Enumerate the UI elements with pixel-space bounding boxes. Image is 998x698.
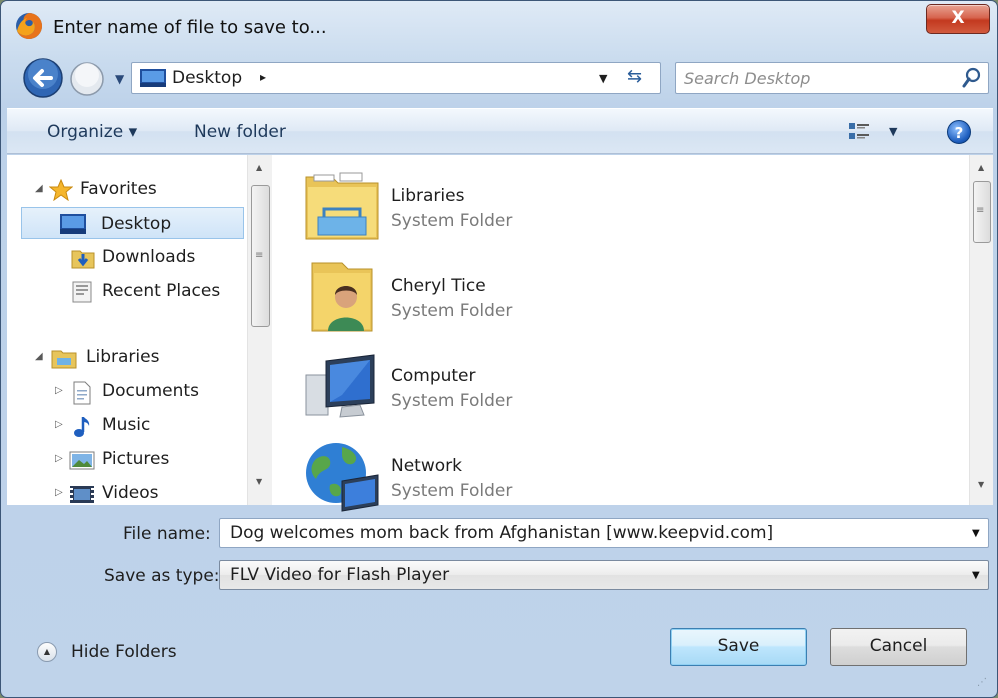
desktop-icon bbox=[140, 69, 166, 87]
refresh-icon[interactable]: ⇆ bbox=[627, 66, 642, 87]
nav-item-libraries[interactable]: ◢ Libraries bbox=[7, 341, 243, 373]
forward-button[interactable] bbox=[69, 61, 105, 97]
views-dropdown-icon[interactable]: ▼ bbox=[889, 125, 897, 138]
scroll-down-icon[interactable]: ▼ bbox=[978, 480, 984, 489]
nav-label: Recent Places bbox=[102, 281, 221, 301]
nav-item-desktop[interactable]: Desktop bbox=[21, 207, 244, 239]
nav-label: Music bbox=[102, 415, 151, 435]
save-dialog: Enter name of file to save to... X ▼ Des… bbox=[0, 0, 998, 698]
nav-label: Documents bbox=[102, 381, 199, 401]
save-type-dropdown-icon[interactable]: ▼ bbox=[972, 570, 980, 581]
search-box[interactable] bbox=[675, 62, 989, 94]
file-name-label: File name: bbox=[123, 524, 211, 544]
nav-item-videos[interactable]: ▷ Videos bbox=[7, 477, 243, 509]
file-name-input[interactable]: Dog welcomes mom back from Afghanistan [… bbox=[219, 518, 989, 548]
file-type: System Folder bbox=[391, 481, 513, 501]
navigation-pane: ◢ Favorites Desktop Downloads Recent Pla… bbox=[7, 155, 272, 505]
file-item-network[interactable]: Network System Folder bbox=[302, 435, 902, 519]
scroll-down-icon[interactable]: ▼ bbox=[256, 477, 262, 486]
close-button[interactable]: X bbox=[926, 4, 990, 34]
libraries-folder-icon bbox=[305, 172, 379, 240]
address-dropdown-icon[interactable]: ▼ bbox=[599, 72, 607, 85]
nav-label: Pictures bbox=[102, 449, 170, 469]
back-button[interactable] bbox=[22, 57, 70, 99]
nav-item-documents[interactable]: ▷ Documents bbox=[7, 375, 243, 407]
file-type: System Folder bbox=[391, 391, 513, 411]
file-type: System Folder bbox=[391, 301, 513, 321]
cancel-button[interactable]: Cancel bbox=[830, 628, 967, 666]
recent-places-icon bbox=[72, 281, 92, 303]
new-folder-button[interactable]: New folder bbox=[194, 122, 286, 142]
scroll-up-icon[interactable]: ▲ bbox=[256, 163, 262, 172]
save-button[interactable]: Save bbox=[670, 628, 807, 666]
file-item-cheryl-tice[interactable]: Cheryl Tice System Folder bbox=[302, 255, 902, 339]
file-type: System Folder bbox=[391, 211, 513, 231]
expand-triangle-icon[interactable]: ▷ bbox=[55, 487, 63, 498]
expand-triangle-icon[interactable]: ▷ bbox=[55, 419, 63, 430]
star-icon bbox=[49, 179, 73, 201]
nav-item-downloads[interactable]: Downloads bbox=[7, 241, 243, 273]
videos-icon bbox=[70, 486, 94, 503]
scroll-grip-icon: ≡ bbox=[976, 205, 985, 216]
expand-triangle-icon[interactable]: ▷ bbox=[55, 453, 63, 464]
documents-icon bbox=[73, 381, 91, 405]
file-list: Libraries System Folder Cheryl Tice Syst… bbox=[272, 155, 993, 512]
collapse-triangle-icon[interactable]: ◢ bbox=[35, 351, 43, 362]
history-dropdown-icon[interactable]: ▼ bbox=[115, 72, 124, 86]
file-name: Libraries bbox=[391, 186, 465, 206]
file-name-dropdown-icon[interactable]: ▼ bbox=[972, 528, 980, 539]
nav-label: Desktop bbox=[101, 214, 172, 234]
file-name: Computer bbox=[391, 366, 476, 386]
save-type-value[interactable]: FLV Video for Flash Player bbox=[230, 565, 449, 585]
music-icon bbox=[74, 417, 90, 437]
window-title: Enter name of file to save to... bbox=[53, 17, 327, 38]
breadcrumb-desktop[interactable]: Desktop bbox=[172, 68, 242, 88]
nav-label: Favorites bbox=[80, 179, 157, 199]
collapse-triangle-icon[interactable]: ◢ bbox=[35, 183, 43, 194]
file-name-value[interactable]: Dog welcomes mom back from Afghanistan [… bbox=[230, 523, 773, 543]
hide-folders-label[interactable]: Hide Folders bbox=[71, 642, 177, 662]
title-bar[interactable]: Enter name of file to save to... X bbox=[1, 1, 997, 51]
nav-item-favorites[interactable]: ◢ Favorites bbox=[7, 173, 243, 205]
file-name: Network bbox=[391, 456, 462, 476]
views-icon[interactable] bbox=[847, 121, 873, 143]
firefox-icon bbox=[16, 13, 42, 39]
help-button[interactable]: ? bbox=[947, 120, 971, 144]
nav-scrollbar[interactable]: ▲ ≡ ▼ bbox=[247, 155, 272, 505]
search-input[interactable] bbox=[684, 67, 954, 89]
save-type-select[interactable]: FLV Video for Flash Player ▼ bbox=[219, 560, 989, 590]
scroll-up-icon[interactable]: ▲ bbox=[978, 163, 984, 172]
expand-triangle-icon[interactable]: ▷ bbox=[55, 385, 63, 396]
nav-item-music[interactable]: ▷ Music bbox=[7, 409, 243, 441]
nav-label: Downloads bbox=[102, 247, 196, 267]
libraries-icon bbox=[51, 350, 77, 369]
network-globe-icon bbox=[306, 443, 379, 512]
resize-grip-icon[interactable]: ⋰ bbox=[977, 677, 987, 688]
desktop-icon bbox=[60, 214, 86, 234]
command-bar: Organize ▾ New folder ▼ ? bbox=[7, 108, 993, 154]
downloads-icon bbox=[71, 250, 95, 269]
file-item-computer[interactable]: Computer System Folder bbox=[302, 345, 902, 429]
breadcrumb-chevron-icon[interactable]: ▸ bbox=[260, 70, 266, 84]
nav-label: Libraries bbox=[86, 347, 160, 367]
pictures-icon bbox=[69, 451, 95, 470]
user-folder-icon bbox=[311, 262, 373, 332]
save-type-label: Save as type: bbox=[104, 566, 220, 586]
file-list-scrollbar[interactable]: ▲ ≡ ▼ bbox=[969, 155, 993, 505]
file-name: Cheryl Tice bbox=[391, 276, 486, 296]
nav-label: Videos bbox=[102, 483, 159, 503]
file-item-libraries[interactable]: Libraries System Folder bbox=[302, 165, 902, 249]
search-icon[interactable] bbox=[962, 67, 982, 89]
chevron-up-icon[interactable]: ▲ bbox=[37, 642, 57, 662]
address-bar[interactable]: Desktop ▸ ▼ ⇆ bbox=[131, 62, 661, 94]
scroll-grip-icon: ≡ bbox=[255, 250, 264, 261]
nav-item-recent-places[interactable]: Recent Places bbox=[7, 275, 243, 307]
organize-menu[interactable]: Organize ▾ bbox=[47, 122, 137, 142]
computer-icon bbox=[305, 354, 375, 418]
nav-item-pictures[interactable]: ▷ Pictures bbox=[7, 443, 243, 475]
